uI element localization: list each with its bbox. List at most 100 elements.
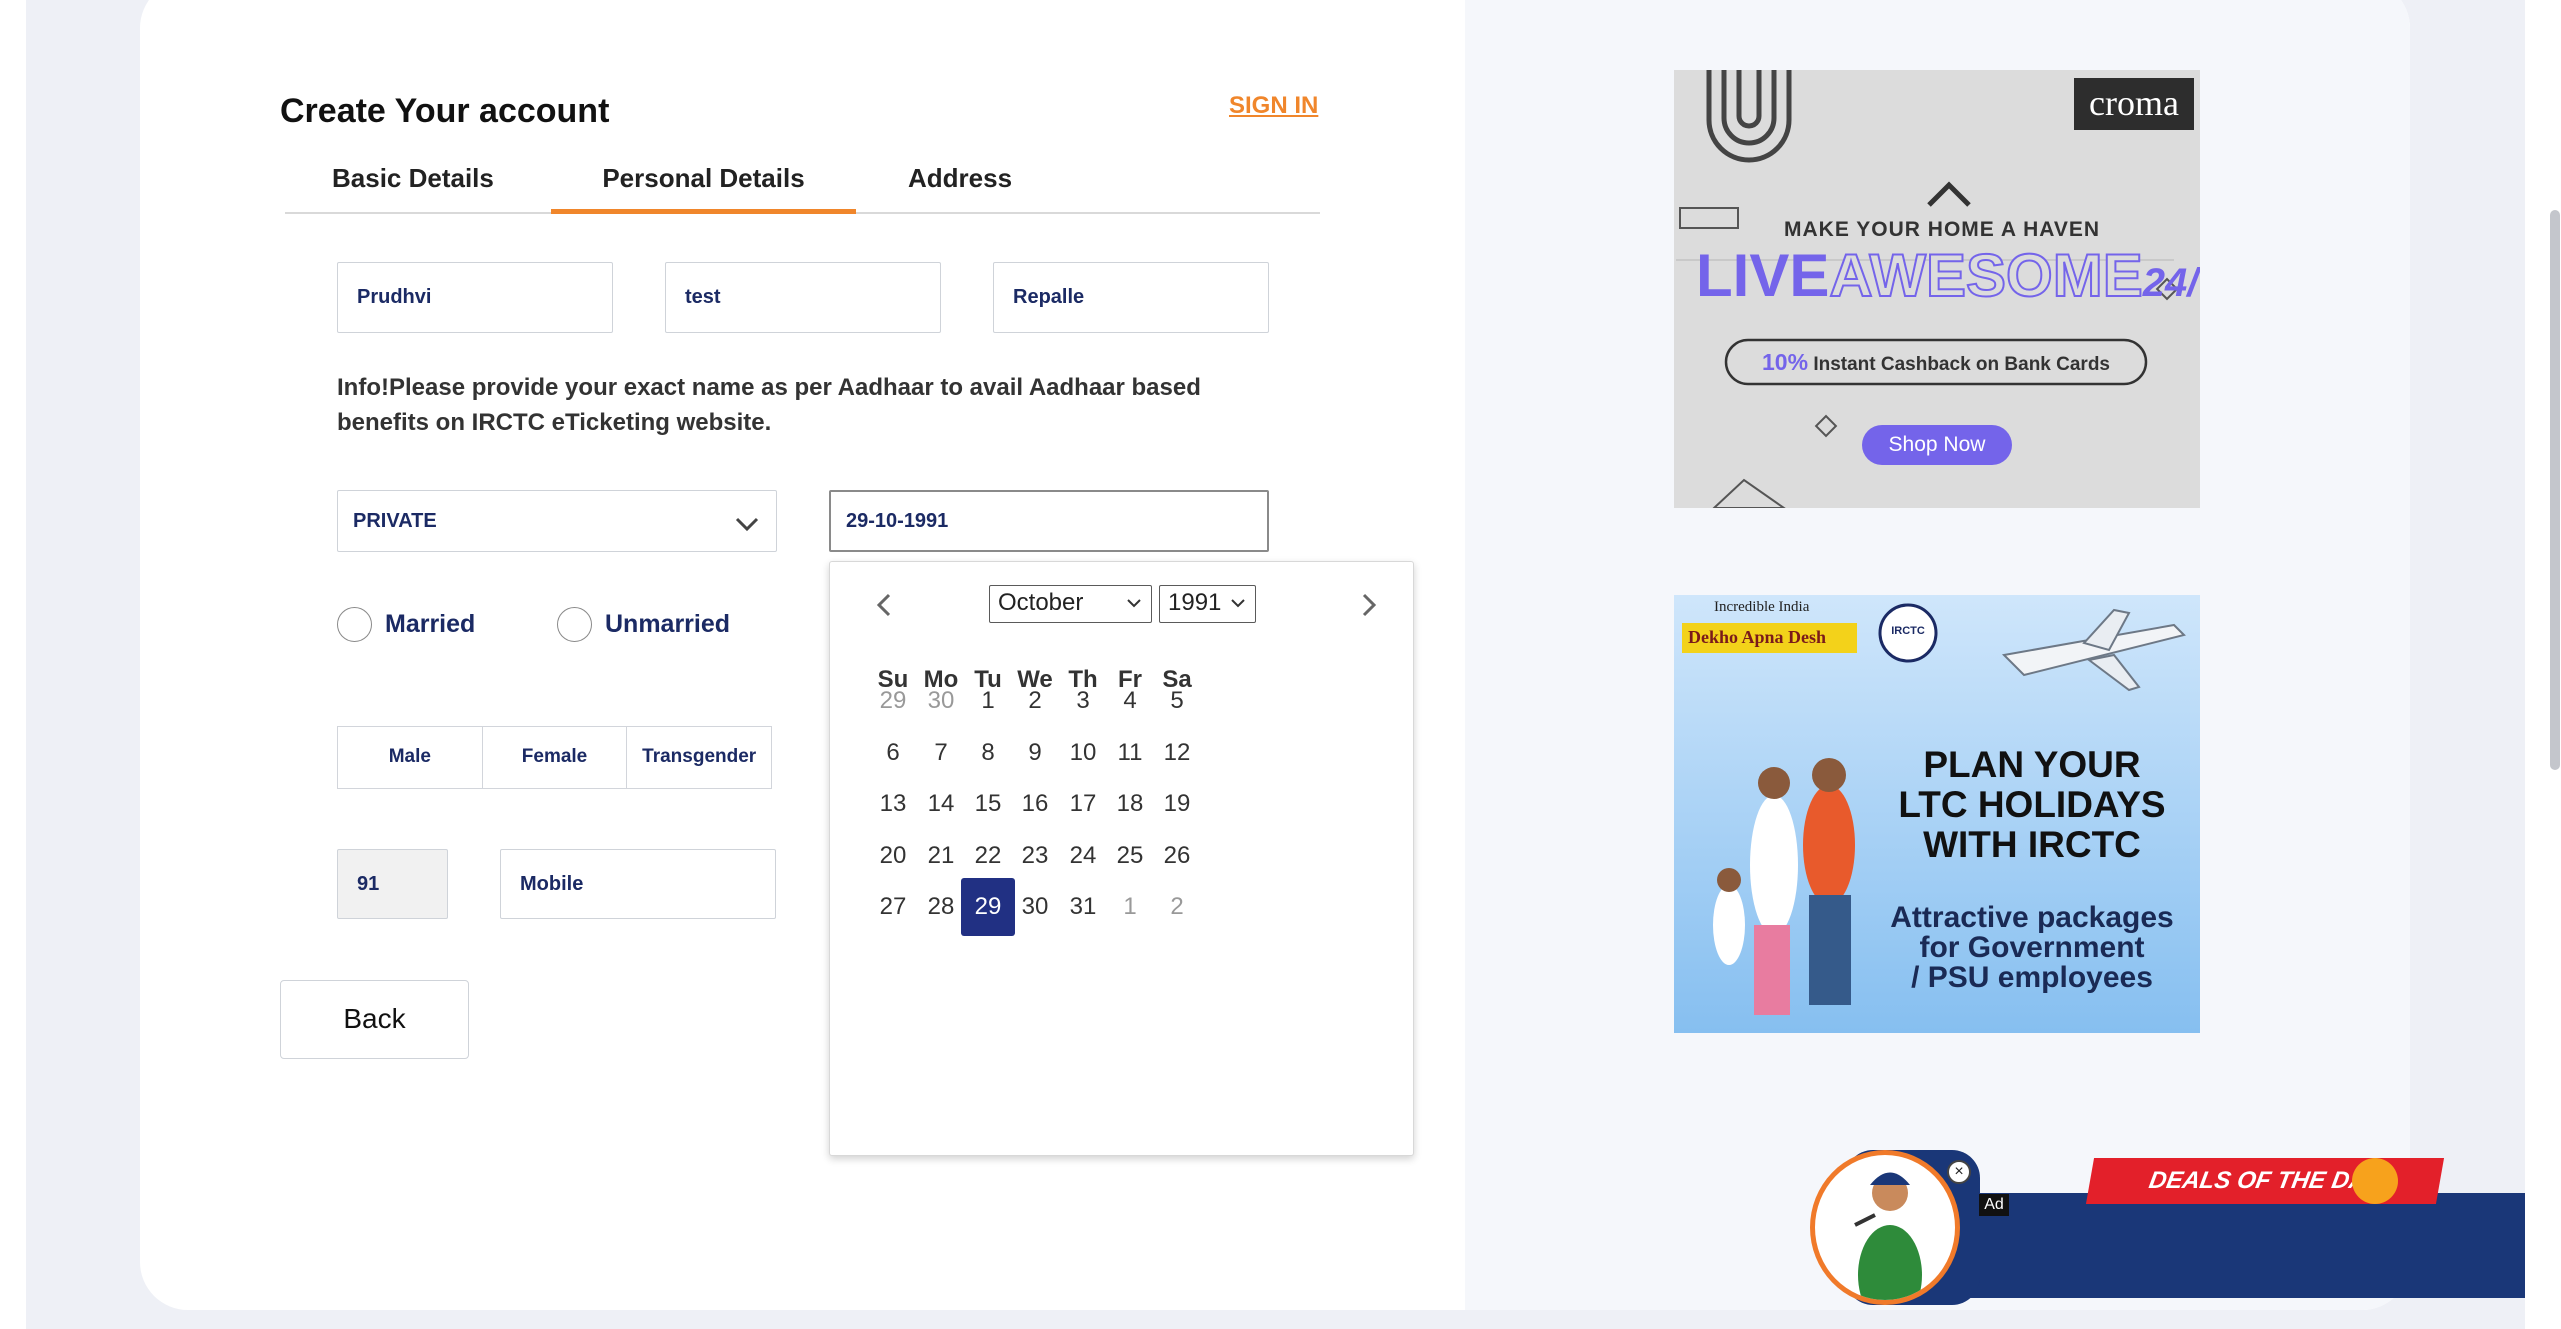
special-offer-badge	[2352, 1158, 2398, 1204]
ad-awesome: AWESOME	[1828, 241, 2143, 310]
chevron-down-icon	[735, 517, 759, 532]
aadhaar-info-text: Info!Please provide your exact name as p…	[337, 374, 1201, 436]
calendar-day[interactable]: 29	[866, 672, 920, 730]
radio-married-label: Married	[385, 609, 476, 638]
irctc-logo: IRCTC	[1891, 625, 1925, 637]
country-code-input[interactable]: 91	[337, 849, 448, 919]
calendar-day[interactable]: 17	[1056, 775, 1110, 833]
calendar-day[interactable]: 13	[866, 775, 920, 833]
ad-live: LIVE	[1696, 242, 1830, 309]
radio-circle[interactable]	[337, 606, 372, 642]
calendar-day[interactable]: 9	[1008, 724, 1062, 782]
tab-address[interactable]: Address	[908, 160, 1012, 214]
calendar-day[interactable]: 28	[914, 878, 968, 936]
ad-plan-your-ltc: PLAN YOUR LTC HOLIDAYS WITH IRCTC	[1862, 745, 2200, 865]
dob-input[interactable]: 29-10-1991	[829, 490, 1269, 552]
calendar-day[interactable]: 16	[1008, 775, 1062, 833]
ad-sub2: for Government	[1919, 931, 2145, 964]
calendar-day[interactable]: 25	[1103, 827, 1157, 885]
ad-sub3: / PSU employees	[1911, 961, 2153, 994]
date-picker: October 1991 Su Mo Tu We Th Fr Sa 29 30 1 2 3 4 5 6 7 8 9…	[829, 561, 1414, 1156]
scrollbar-thumb[interactable]	[2550, 210, 2560, 770]
ad-sub1: Attractive packages	[1890, 901, 2174, 934]
gender-toggle-group: Male Female Transgender	[337, 726, 772, 789]
calendar-day[interactable]: 20	[866, 827, 920, 885]
year-value: 1991	[1168, 589, 1222, 616]
calendar-day[interactable]: 11	[1103, 724, 1157, 782]
radio-circle[interactable]	[557, 606, 592, 642]
ad-line3: WITH IRCTC	[1923, 824, 2141, 865]
gender-transgender-button[interactable]: Transgender	[627, 727, 771, 788]
ad-cashback: 10% Instant Cashback on Bank Cards	[1726, 340, 2146, 384]
croma-ad-banner[interactable]: croma MAKE YOUR HOME A HAVEN LIVEAWESOME…	[1674, 70, 2200, 508]
shop-now-button[interactable]: Shop Now	[1862, 425, 2012, 465]
radio-unmarried-label: Unmarried	[605, 609, 731, 638]
mascot-avatar[interactable]	[1810, 1150, 1960, 1305]
close-icon[interactable]: ×	[1947, 1160, 1971, 1184]
ad-live-awesome: LIVEAWESOME24/7	[1696, 241, 2200, 317]
calendar-day[interactable]: 1	[1103, 878, 1157, 936]
calendar-day[interactable]: 19	[1150, 775, 1204, 833]
ad-cashback-pct: 10%	[1761, 349, 1809, 375]
calendar-day[interactable]: 10	[1056, 724, 1110, 782]
ad-tag: Ad	[1979, 1194, 2009, 1216]
calendar-day[interactable]: 8	[961, 724, 1015, 782]
gender-male-button[interactable]: Male	[338, 727, 483, 788]
ad-packages-text: Attractive packages for Government / PSU…	[1862, 903, 2200, 993]
calendar-day[interactable]: 30	[914, 672, 968, 730]
occupation-select[interactable]: PRIVATE	[337, 490, 777, 552]
calendar-day[interactable]: 4	[1103, 672, 1157, 730]
radio-unmarried[interactable]: Unmarried	[557, 606, 730, 642]
middle-name-input[interactable]: test	[665, 262, 941, 333]
calendar-day[interactable]: 7	[914, 724, 968, 782]
irctc-ltc-ad-banner[interactable]: Incredible India Dekho Apna Desh IRCTC P…	[1674, 595, 2200, 1033]
croma-logo: croma	[2089, 83, 2179, 123]
back-button[interactable]: Back	[280, 980, 469, 1059]
calendar-day[interactable]: 18	[1103, 775, 1157, 833]
chevron-down-icon	[1127, 599, 1141, 608]
page-title: Create Your account	[280, 92, 610, 130]
ad-incredible-india: Incredible India	[1714, 599, 1810, 615]
deals-ad-bar[interactable]	[1941, 1193, 2551, 1298]
calendar-day[interactable]: 2	[1008, 672, 1062, 730]
calendar-day[interactable]: 2	[1150, 878, 1204, 936]
step-tabs: Basic Details Personal Details Address	[285, 160, 1320, 214]
occupation-value: PRIVATE	[353, 510, 437, 532]
sign-in-link[interactable]: SIGN IN	[1229, 92, 1318, 120]
last-name-input[interactable]: Repalle	[993, 262, 1269, 333]
calendar-day[interactable]: 27	[866, 878, 920, 936]
ad-line1: PLAN YOUR	[1923, 744, 2141, 785]
calendar-day[interactable]: 12	[1150, 724, 1204, 782]
tab-basic-details[interactable]: Basic Details	[332, 160, 494, 214]
radio-married[interactable]: Married	[337, 606, 475, 642]
mobile-input[interactable]: Mobile	[500, 849, 776, 919]
month-value: October	[998, 589, 1084, 616]
calendar-day[interactable]: 31	[1056, 878, 1110, 936]
chevron-down-icon	[1231, 599, 1245, 608]
calendar-day[interactable]: 23	[1008, 827, 1062, 885]
calendar-day[interactable]: 22	[961, 827, 1015, 885]
page-left-margin	[0, 0, 26, 1329]
ad-dekho-apna-desh: Dekho Apna Desh	[1688, 627, 1827, 647]
ad-247: 24/7	[2142, 261, 2200, 305]
calendar-day[interactable]: 29	[961, 878, 1015, 936]
ad-cashback-text: Instant Cashback on Bank Cards	[1813, 354, 2111, 375]
month-select[interactable]: October	[989, 585, 1152, 623]
calendar-day[interactable]: 26	[1150, 827, 1204, 885]
calendar-day[interactable]: 5	[1150, 672, 1204, 730]
chevron-right-icon[interactable]	[1353, 590, 1383, 620]
calendar-day[interactable]: 30	[1008, 878, 1062, 936]
calendar-day[interactable]: 3	[1056, 672, 1110, 730]
calendar-day[interactable]: 1	[961, 672, 1015, 730]
tab-personal-details[interactable]: Personal Details	[551, 160, 856, 214]
calendar-day[interactable]: 6	[866, 724, 920, 782]
ad-line2: LTC HOLIDAYS	[1898, 784, 2166, 825]
calendar-day[interactable]: 14	[914, 775, 968, 833]
calendar-day[interactable]: 24	[1056, 827, 1110, 885]
gender-female-button[interactable]: Female	[483, 727, 628, 788]
calendar-day[interactable]: 15	[961, 775, 1015, 833]
chevron-left-icon[interactable]	[870, 590, 900, 620]
year-select[interactable]: 1991	[1159, 585, 1256, 623]
calendar-day[interactable]: 21	[914, 827, 968, 885]
first-name-input[interactable]: Prudhvi	[337, 262, 613, 333]
